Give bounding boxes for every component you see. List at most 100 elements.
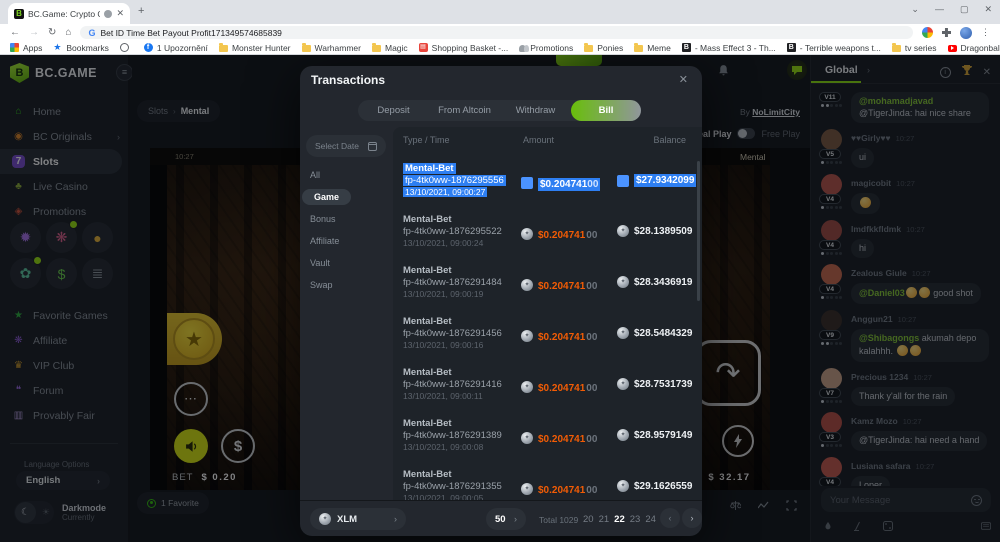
filter-item[interactable]: Swap <box>300 274 392 296</box>
bookmark-item[interactable]: Monster Hunter <box>219 43 291 53</box>
transaction-tabs: Deposit From Altcoin Withdraw Bill <box>358 100 641 121</box>
prev-page-button[interactable]: ‹ <box>660 508 680 528</box>
youtube-icon <box>948 45 957 52</box>
select-date-label: Select Date <box>315 141 359 151</box>
transaction-amount: $0.20474100 <box>521 174 600 192</box>
bookmark-item[interactable]: Ponies <box>584 43 623 53</box>
next-page-button[interactable]: › <box>682 508 702 528</box>
table-row[interactable]: Mental-Bet fp-4tk0ww-1876291484 13/10/20… <box>393 261 702 312</box>
site-favicon <box>14 9 24 19</box>
bookmark-item[interactable]: Bookmarks <box>53 43 109 53</box>
bookmark-item[interactable]: Meme <box>634 43 671 53</box>
bookmark-item[interactable]: Apps <box>10 43 42 53</box>
page-number[interactable]: 20 <box>583 514 594 525</box>
transaction-date: 13/10/2021, 09:00:19 <box>403 289 483 299</box>
transaction-balance: $27.9342099 <box>617 174 689 187</box>
window-close-icon[interactable] <box>984 5 992 14</box>
forward-button[interactable] <box>29 27 39 38</box>
select-date-button[interactable]: Select Date <box>306 135 386 157</box>
column-type-time: Type / Time <box>403 135 450 145</box>
bookmark-item[interactable]: Shopping Basket -... <box>419 43 509 53</box>
page-number[interactable]: 22 <box>614 514 625 525</box>
screen: BC.Game: Crypto Casino Ga... G Bet ID Ti… <box>0 0 1000 542</box>
bookmark-item[interactable]: Dragonball Z: Battle... <box>948 43 1000 53</box>
transaction-balance: $28.1389509 <box>617 225 689 237</box>
bookmark-label: Shopping Basket -... <box>432 43 509 53</box>
page-number[interactable]: 21 <box>599 514 610 525</box>
filter-label: Vault <box>310 255 330 271</box>
extensions-puzzle-icon[interactable] <box>942 28 951 37</box>
extension-icon[interactable] <box>922 27 933 38</box>
browser-menu-icon[interactable] <box>981 28 990 37</box>
browser-tab[interactable]: BC.Game: Crypto Casino Ga... <box>8 3 130 24</box>
bookmarks-list: Apps Bookmarks 1 Upozornění <box>10 43 1000 53</box>
window-dropdown-icon[interactable] <box>911 5 919 14</box>
window-controls <box>911 5 992 14</box>
filter-item[interactable]: Affiliate <box>300 230 392 252</box>
table-row[interactable]: Mental-Bet fp-4tk0ww-1876295556 13/10/20… <box>393 159 702 210</box>
transaction-amount: $0.20474100 <box>521 480 597 498</box>
folder-icon <box>634 45 643 52</box>
filter-label: All <box>310 167 320 183</box>
bookmark-item[interactable]: Magic <box>372 43 408 53</box>
page-size-select[interactable]: 50 › <box>486 508 526 530</box>
currency-select[interactable]: XLM › <box>310 508 406 530</box>
new-tab-button[interactable] <box>138 6 144 17</box>
transactions-table: Type / Time Amount Balance Mental-Bet fp… <box>393 127 702 500</box>
bookmark-item[interactable]: - Terrible weapons t... <box>787 43 881 53</box>
transaction-date: 13/10/2021, 09:00:05 <box>403 493 483 500</box>
table-row[interactable]: Mental-Bet fp-4tk0ww-1876291456 13/10/20… <box>393 312 702 363</box>
table-row[interactable]: Mental-Bet fp-4tk0ww-1876295522 13/10/20… <box>393 210 702 261</box>
window-minimize-icon[interactable] <box>935 5 944 14</box>
bookmark-item[interactable]: 1 Upozornění <box>144 43 208 53</box>
transaction-balance: $28.9579149 <box>617 429 689 441</box>
page-number[interactable]: 23 <box>630 514 641 525</box>
filter-item[interactable]: Vault <box>300 252 392 274</box>
bookmark-label: 1 Upozornění <box>157 43 208 53</box>
bookmark-label: Promotions <box>530 43 573 53</box>
bookmark-item[interactable]: - Mass Effect 3 - Th... <box>682 43 776 53</box>
filter-item[interactable]: All <box>300 164 392 186</box>
calendar-icon <box>368 142 377 151</box>
bookmark-label: Magic <box>385 43 408 53</box>
transaction-tab[interactable]: Withdraw <box>500 105 571 116</box>
transaction-tab[interactable]: From Altcoin <box>429 105 500 116</box>
table-row[interactable]: Mental-Bet fp-4tk0ww-1876291416 13/10/20… <box>393 363 702 414</box>
browser-chrome: BC.Game: Crypto Casino Ga... G Bet ID Ti… <box>0 0 1000 55</box>
table-row[interactable]: Mental-Bet fp-4tk0ww-1876291355 13/10/20… <box>393 465 702 500</box>
table-scrollbar[interactable] <box>697 161 700 301</box>
transaction-id: fp-4tk0ww-1876291389 <box>403 430 502 441</box>
bookmark-item[interactable]: tv series <box>892 43 937 53</box>
folder-icon <box>892 45 901 52</box>
modal-close-icon[interactable]: ✕ <box>679 73 688 86</box>
table-row[interactable]: Mental-Bet fp-4tk0ww-1876291389 13/10/20… <box>393 414 702 465</box>
modal-title: Transactions <box>311 73 385 87</box>
bookmark-label: Dragonball Z: Battle... <box>961 43 1000 53</box>
reload-button[interactable] <box>48 27 56 38</box>
profile-avatar[interactable] <box>960 27 972 39</box>
url-text: Bet ID Time Bet Payout Profit17134957468… <box>100 28 281 38</box>
folder-icon <box>219 45 228 52</box>
transaction-tab[interactable]: Deposit <box>358 105 429 116</box>
facebook-icon <box>144 43 153 52</box>
transaction-tab[interactable]: Bill <box>571 100 641 121</box>
transaction-balance: $29.1626559 <box>617 480 689 492</box>
transaction-type: Mental-Bet <box>403 265 452 276</box>
tab-close-icon[interactable] <box>116 9 124 18</box>
bookmark-item[interactable]: Warhammer <box>302 43 361 53</box>
transaction-amount: $0.20474100 <box>521 429 597 447</box>
tab-title: BC.Game: Crypto Casino Ga... <box>28 9 100 19</box>
window-maximize-icon[interactable] <box>960 5 969 14</box>
home-button[interactable] <box>65 27 71 38</box>
bookmark-item[interactable] <box>120 43 133 52</box>
page-number[interactable]: 24 <box>645 514 656 525</box>
xlm-coin-icon <box>521 432 533 444</box>
transaction-amount: $0.20474100 <box>521 327 597 345</box>
bookmark-label: Monster Hunter <box>232 43 291 53</box>
address-bar[interactable]: G Bet ID Time Bet Payout Profit171349574… <box>80 26 913 39</box>
bookmark-item[interactable]: Promotions <box>519 43 573 53</box>
filter-item[interactable]: Bonus <box>300 208 392 230</box>
filter-item[interactable]: Game <box>300 186 392 208</box>
xlm-coin-icon <box>617 480 629 492</box>
back-button[interactable] <box>10 27 20 38</box>
